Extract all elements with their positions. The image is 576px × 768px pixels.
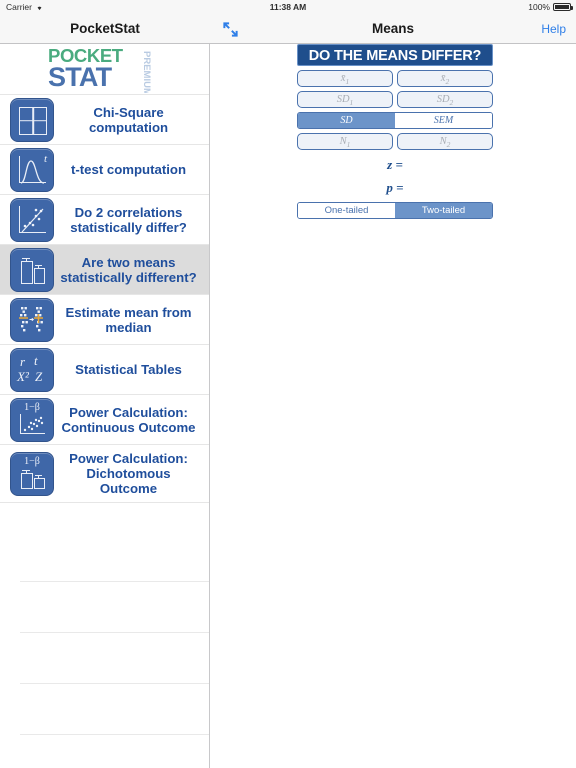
sidebar-item-chi-square[interactable]: Chi-Square computation [0,95,209,145]
statistical-symbols-icon: r t X² Z [10,347,54,392]
p-label: p = [386,180,404,195]
sidebar-item-power-continuous[interactable]: 1−β Power Calculation: Continuous Outcome [0,395,209,445]
status-bar-right: 100% [528,2,573,12]
segment-one-tailed[interactable]: One-tailed [298,203,395,218]
tails-segmented-control[interactable]: One-tailed Two-tailed [297,202,493,219]
sidebar-item-correlations[interactable]: Do 2 correlations statistically differ? [0,195,209,245]
sidebar-item-label: Statistical Tables [75,362,182,377]
n2-input[interactable]: N2 [397,133,493,150]
mean1-input[interactable]: x̄1 [297,70,393,87]
sidebar-item-power-dichotomous[interactable]: 1−β Power Calculation: Dichotomous Outcome [0,445,209,503]
t-distribution-curve-icon: t [10,147,54,192]
sidebar-item-t-test[interactable]: t t-test computation [0,145,209,195]
chi-square-grid-icon [10,97,54,142]
sidebar-nav-title: PocketStat [70,21,140,36]
mean2-input[interactable]: x̄2 [397,70,493,87]
status-bar: Carrier 11:38 AM 100% [0,0,576,14]
list-item[interactable] [20,684,209,735]
app-screen: Carrier 11:38 AM 100% PocketStat Means H… [0,0,576,768]
power-bars-icon: 1−β [10,451,54,496]
sd2-input[interactable]: SD2 [397,91,493,108]
z-label: z = [387,157,403,172]
means-form-title: DO THE MEANS DIFFER? [297,44,493,66]
sidebar-item-statistical-tables[interactable]: r t X² Z Statistical Tables [0,345,209,395]
scatter-correlation-icon [10,197,54,242]
sidebar-item-label: Power Calculation: Dichotomous Outcome [69,451,188,496]
detail-nav-title: Means [371,21,415,36]
detail-navbar: Means Help [210,14,576,44]
sd-row: SD1 SD2 [297,91,493,108]
dispersion-segmented-control[interactable]: SD SEM [297,112,493,129]
sidebar-item-two-means[interactable]: Are two means statistically different? [0,245,209,295]
detail-panel: DO THE MEANS DIFFER? x̄1 x̄2 SD1 SD2 SD … [211,44,576,768]
n-row: N1 N2 [297,133,493,150]
power-scatter-icon: 1−β [10,397,54,442]
segment-sem[interactable]: SEM [395,113,492,128]
two-bars-errorbars-icon [10,247,54,292]
list-item[interactable] [20,582,209,633]
sidebar-item-label: Are two means statistically different? [60,254,197,285]
segment-two-tailed[interactable]: Two-tailed [395,203,492,218]
sd1-input[interactable]: SD1 [297,91,393,108]
battery-full-icon [553,3,573,11]
sidebar[interactable]: POCKET STAT PREMIUM Chi-Square computatio… [0,44,210,768]
p-result: p = [297,180,493,196]
app-logo: POCKET STAT PREMIUM [0,44,209,95]
sidebar-item-estimate-mean[interactable]: Estimate mean from median [0,295,209,345]
sidebar-item-label: Power Calculation: Continuous Outcome [61,404,196,435]
help-button[interactable]: Help [541,22,566,36]
list-item[interactable] [20,531,209,582]
sidebar-item-label: t-test computation [70,162,187,177]
sidebar-item-label: Estimate mean from median [65,304,192,335]
dotplot-median-icon [10,297,54,342]
logo-line2: STAT [48,62,113,92]
means-row: x̄1 x̄2 [297,70,493,87]
status-bar-clock: 11:38 AM [269,2,307,12]
logo-badge: PREMIUM [141,51,152,93]
segment-sd[interactable]: SD [298,113,395,128]
z-result: z = [297,157,493,173]
battery-percent-label: 100% [528,2,550,12]
sidebar-item-label: Do 2 correlations statistically differ? [70,204,187,235]
means-form-card: DO THE MEANS DIFFER? x̄1 x̄2 SD1 SD2 SD … [297,44,493,219]
list-item[interactable] [20,633,209,684]
sidebar-navbar: PocketStat [0,14,210,44]
pocketstat-logo-icon: POCKET STAT PREMIUM [48,45,152,93]
sidebar-item-label: Chi-Square computation [88,104,169,135]
n1-input[interactable]: N1 [297,133,393,150]
